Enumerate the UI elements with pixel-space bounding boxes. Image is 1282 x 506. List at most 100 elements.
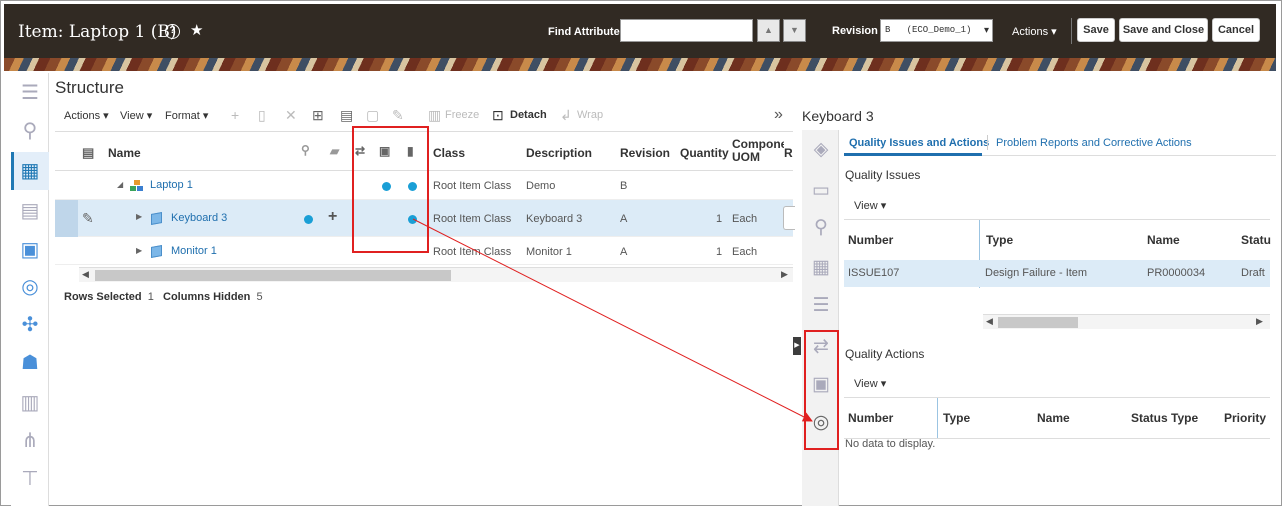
cell-revision: A <box>620 213 628 225</box>
tag-icon[interactable]: ◈ <box>808 137 834 163</box>
truck-column-icon: ▰ <box>330 144 340 158</box>
overview-icon[interactable]: ☰ <box>17 80 43 106</box>
issue-type: Design Failure - Item <box>985 267 1088 279</box>
detach-button[interactable]: Detach <box>510 109 547 121</box>
qi-horizontal-scrollbar[interactable]: ◀ ▶ <box>983 314 1270 329</box>
column-header-r[interactable]: R <box>784 146 793 160</box>
tab-problem-reports[interactable]: Problem Reports and Corrective Actions <box>996 137 1192 149</box>
tree-icon[interactable]: ⊤ <box>17 466 43 492</box>
delete-icon[interactable]: ✕ <box>285 107 297 124</box>
columns-icon[interactable]: ⊞ <box>312 107 324 124</box>
detach-icon[interactable]: ⊡ <box>492 107 504 124</box>
qi-header-type[interactable]: Type <box>986 233 1013 247</box>
cancel-button[interactable]: Cancel <box>1212 18 1260 42</box>
qa-header-priority[interactable]: Priority <box>1224 411 1266 425</box>
wrap-icon[interactable]: ↲ <box>560 107 572 124</box>
attachment-icon[interactable]: ⚲ <box>808 215 834 241</box>
toolbar-view-menu[interactable]: View ▾ <box>120 109 152 122</box>
find-previous-button[interactable]: ▲ <box>757 19 780 42</box>
scroll-thumb[interactable] <box>95 270 451 281</box>
scroll-thumb[interactable] <box>998 317 1078 328</box>
edit-icon[interactable]: ✎ <box>392 107 404 124</box>
freeze-icon[interactable]: ▥ <box>428 107 441 124</box>
scroll-left-icon[interactable]: ◀ <box>986 316 993 327</box>
item-name-link[interactable]: Laptop 1 <box>150 179 193 191</box>
qi-header-name[interactable]: Name <box>1147 233 1180 247</box>
expand-panel-icon[interactable]: » <box>774 106 783 124</box>
wrap-button[interactable]: Wrap <box>577 109 603 121</box>
quality-issues-view-menu[interactable]: View ▾ <box>854 199 886 212</box>
item-name-link[interactable]: Monitor 1 <box>171 245 217 257</box>
find-attribute-input[interactable] <box>620 19 753 42</box>
qa-header-name[interactable]: Name <box>1037 411 1070 425</box>
chevron-down-icon: ▾ <box>983 25 989 36</box>
card-icon[interactable]: ▭ <box>808 178 834 204</box>
column-header-class[interactable]: Class <box>433 146 465 160</box>
qi-header-status[interactable]: Statu <box>1241 233 1271 247</box>
attachment-column-icon: ⚲ <box>301 143 310 157</box>
clipboard-icon[interactable]: ▤ <box>340 107 353 124</box>
cell-description: Keyboard 3 <box>526 213 583 225</box>
qi-header-number[interactable]: Number <box>848 233 893 247</box>
freeze-button[interactable]: Freeze <box>445 109 479 121</box>
expand-icon[interactable]: ▶ <box>136 212 142 221</box>
hierarchy-icon[interactable]: ⋔ <box>17 428 43 454</box>
column-header-quantity[interactable]: Quantity <box>680 146 729 160</box>
issue-status: Draft <box>1241 267 1265 279</box>
issue-number-link[interactable]: ISSUE107 <box>848 267 899 279</box>
copy-icon[interactable]: ▯ <box>258 107 266 124</box>
qa-header-type[interactable]: Type <box>943 411 970 425</box>
people-icon[interactable]: ☗ <box>17 350 43 376</box>
row-selector[interactable] <box>55 200 78 237</box>
revision-value: B (ECO_Demo_1) <box>885 25 972 35</box>
save-and-close-button[interactable]: Save and Close <box>1119 18 1208 42</box>
add-icon[interactable]: + <box>231 107 239 123</box>
help-icon[interactable]: ? <box>165 24 180 39</box>
quality-badge-icon[interactable]: ◎ <box>17 274 43 300</box>
toolbar-actions-menu[interactable]: Actions ▾ <box>64 109 109 122</box>
no-data-message: No data to display. <box>845 438 936 450</box>
column-header-revision[interactable]: Revision <box>620 146 670 160</box>
scroll-left-icon[interactable]: ◀ <box>82 269 89 280</box>
tab-divider <box>987 135 988 150</box>
scroll-right-icon[interactable]: ▶ <box>781 269 788 280</box>
calculator-icon[interactable]: ▥ <box>17 390 43 416</box>
column-header-description[interactable]: Description <box>526 146 592 160</box>
find-attribute-label: Find Attribute <box>548 26 620 38</box>
revision-select[interactable]: B (ECO_Demo_1) ▾ <box>880 19 993 42</box>
change-order-icon[interactable]: ▣ <box>17 237 43 263</box>
edit-pencil-icon[interactable]: ✎ <box>82 210 94 227</box>
panel-splitter-handle[interactable]: ▶ <box>793 337 801 355</box>
actions-menu[interactable]: Actions ▾ <box>1012 25 1057 38</box>
favorite-star-icon[interactable]: ★ <box>190 21 203 39</box>
add-child-icon[interactable]: + <box>328 208 337 226</box>
table-row-selected[interactable]: ISSUE107 Design Failure - Item PR0000034… <box>844 260 1270 287</box>
grid-icon[interactable]: ▦ <box>808 255 834 281</box>
tab-quality-issues-actions[interactable]: Quality Issues and Actions <box>849 137 989 149</box>
quality-issues-heading: Quality Issues <box>845 168 921 182</box>
toolbar-format-menu[interactable]: Format ▾ <box>165 109 208 122</box>
select-all-icon[interactable]: ▤ <box>82 145 94 161</box>
qa-header-number[interactable]: Number <box>848 411 893 425</box>
scroll-right-icon[interactable]: ▶ <box>1256 316 1263 327</box>
paste-icon[interactable]: ▢ <box>366 107 379 124</box>
list-icon[interactable]: ☰ <box>808 293 834 319</box>
columns-hidden-status: Columns Hidden 5 <box>163 291 263 303</box>
collapse-icon[interactable]: ◢ <box>117 180 123 189</box>
row-action-button[interactable] <box>783 206 795 230</box>
item-name-link[interactable]: Keyboard 3 <box>171 212 227 224</box>
relationships-icon[interactable]: ✣ <box>17 312 43 338</box>
grid-icon[interactable]: ▤ <box>17 198 43 224</box>
column-header-name[interactable]: Name <box>108 146 141 160</box>
column-header-component-uom[interactable]: Component UOM <box>732 138 784 166</box>
rows-selected-value: 1 <box>147 291 154 303</box>
horizontal-scrollbar[interactable]: ◀ ▶ <box>79 267 793 282</box>
cell-revision: B <box>620 180 628 192</box>
attachment-icon[interactable]: ⚲ <box>17 118 43 144</box>
save-button[interactable]: Save <box>1077 18 1115 42</box>
qa-header-status-type[interactable]: Status Type <box>1131 411 1198 425</box>
find-next-button[interactable]: ▼ <box>783 19 806 42</box>
quality-actions-view-menu[interactable]: View ▾ <box>854 377 886 390</box>
expand-icon[interactable]: ▶ <box>136 246 142 255</box>
structure-icon[interactable]: ▦ <box>17 158 43 184</box>
